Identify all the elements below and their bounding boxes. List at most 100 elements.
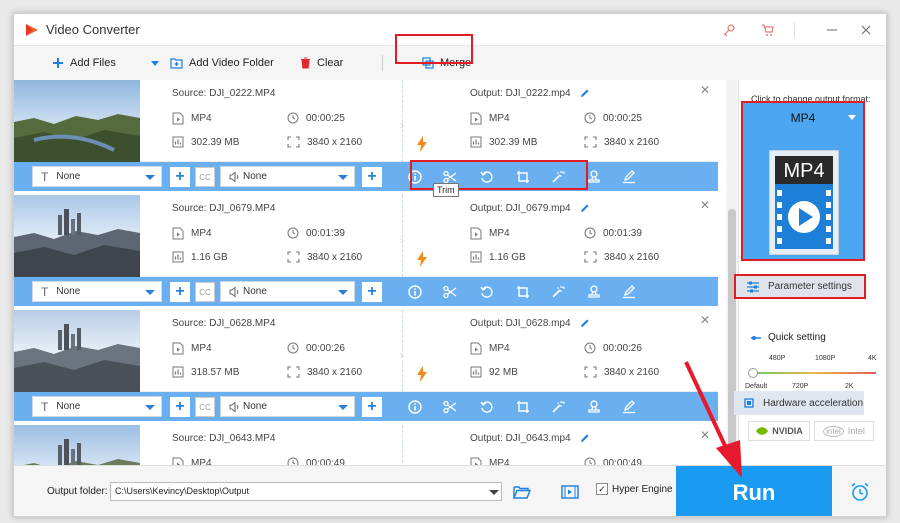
remove-file-button[interactable]: ✕	[700, 428, 710, 442]
effects-wand-icon[interactable]	[549, 283, 567, 301]
output-filename: Output: DJI_0643.mp4	[470, 433, 571, 444]
file-item: Source: DJI_0679.MP4 Output: DJI_0679.mp4…	[14, 195, 726, 310]
output-resolution-value: 3840 x 2160	[604, 366, 660, 378]
file-item-info: Source: DJI_0643.MP4 Output: DJI_0643.mp4…	[14, 425, 718, 465]
video-file-icon	[470, 227, 482, 240]
subtitle-edit-icon[interactable]	[620, 283, 638, 301]
caret-down-icon	[338, 290, 348, 295]
info-icon[interactable]	[406, 398, 424, 416]
source-resolution-value: 3840 x 2160	[307, 366, 363, 378]
key-icon[interactable]	[717, 19, 741, 41]
watermark-stamp-icon[interactable]	[585, 398, 603, 416]
subtitle-select[interactable]: T None	[32, 396, 162, 417]
minimize-icon	[827, 29, 837, 31]
open-folder-button[interactable]	[512, 482, 532, 502]
cart-icon[interactable]	[756, 19, 780, 41]
remove-file-button[interactable]: ✕	[700, 198, 710, 212]
hyper-engine-toggle[interactable]: ✓ Hyper Engine	[596, 483, 673, 495]
quality-slider-handle[interactable]	[748, 368, 758, 378]
cc-icon[interactable]: CC	[195, 397, 215, 417]
output-folder-label: Output folder:	[47, 486, 108, 497]
scissors-icon[interactable]	[441, 283, 459, 301]
audio-track-value: None	[243, 171, 267, 182]
hardware-acceleration-button[interactable]: Hardware acceleration	[734, 391, 864, 415]
edit-filename-icon[interactable]	[579, 318, 590, 329]
edit-filename-icon[interactable]	[579, 88, 590, 99]
add-audio-button[interactable]: +	[362, 397, 382, 417]
add-subtitle-button[interactable]: +	[170, 167, 190, 187]
source-filename: Source: DJI_0679.MP4	[172, 203, 276, 214]
quick-setting-icon	[751, 335, 761, 340]
video-thumbnail[interactable]	[14, 195, 140, 277]
output-duration-value: 00:01:39	[603, 227, 642, 239]
file-size-icon	[470, 136, 482, 148]
rotate-icon[interactable]	[478, 283, 496, 301]
subtitle-value: None	[56, 401, 81, 412]
remove-file-button[interactable]: ✕	[700, 83, 710, 97]
video-thumbnail[interactable]	[14, 425, 140, 465]
audio-track-select[interactable]: None	[220, 396, 355, 417]
output-size: 302.39 MB	[470, 136, 537, 148]
close-window-button[interactable]	[854, 19, 878, 41]
text-icon: T	[41, 169, 49, 184]
rotate-icon[interactable]	[478, 398, 496, 416]
parameter-settings-button[interactable]: Parameter settings	[734, 274, 866, 299]
cc-icon[interactable]: CC	[195, 282, 215, 302]
output-folder-dropdown-icon[interactable]	[489, 490, 499, 495]
scissors-icon[interactable]	[441, 398, 459, 416]
add-files-dropdown[interactable]	[150, 54, 160, 72]
intel-option[interactable]: intel Intel	[814, 421, 874, 441]
remove-file-button[interactable]: ✕	[700, 313, 710, 327]
edit-filename-icon[interactable]	[579, 203, 590, 214]
crop-icon[interactable]	[514, 283, 532, 301]
video-thumbnail[interactable]	[14, 310, 140, 392]
watermark-stamp-icon[interactable]	[585, 283, 603, 301]
subtitle-edit-icon[interactable]	[620, 398, 638, 416]
video-thumbnail[interactable]	[14, 80, 140, 162]
source-duration: 00:00:49	[287, 457, 345, 465]
list-scrollbar-thumb[interactable]	[728, 209, 736, 465]
film-folder-icon	[561, 485, 579, 499]
output-folder-field[interactable]: C:\Users\Kevincy\Desktop\Output	[110, 482, 502, 501]
info-icon[interactable]	[406, 283, 424, 301]
add-video-folder-button[interactable]: Add Video Folder	[170, 54, 274, 72]
output-format: MP4	[470, 457, 510, 465]
source-filename: Source: DJI_0628.MP4	[172, 318, 276, 329]
nvidia-option[interactable]: NVIDIA	[748, 421, 810, 441]
output-format-selector[interactable]: MP4 MP4	[741, 101, 865, 261]
source-duration: 00:00:26	[287, 342, 345, 354]
subtitle-edit-icon[interactable]	[620, 168, 638, 186]
source-filename: Source: DJI_0643.MP4	[172, 433, 276, 444]
add-subtitle-button[interactable]: +	[170, 282, 190, 302]
audio-track-value: None	[243, 286, 267, 297]
alarm-clock-icon[interactable]	[849, 481, 871, 503]
add-files-button[interactable]: Add Files	[52, 54, 116, 72]
crop-icon[interactable]	[514, 398, 532, 416]
minimize-button[interactable]	[820, 19, 844, 41]
add-audio-button[interactable]: +	[362, 282, 382, 302]
chevron-right-icon: ›	[400, 233, 404, 247]
cc-icon[interactable]: CC	[195, 167, 215, 187]
source-format: MP4	[172, 112, 212, 125]
audio-track-select[interactable]: None	[220, 281, 355, 302]
clear-button[interactable]: Clear	[300, 54, 343, 72]
source-duration: 00:00:25	[287, 112, 345, 124]
close-icon	[861, 25, 871, 35]
effects-wand-icon[interactable]	[549, 398, 567, 416]
resolution-icon	[584, 251, 597, 263]
edit-filename-icon[interactable]	[579, 433, 590, 444]
subtitle-select[interactable]: T None	[32, 166, 162, 187]
output-resolution-value: 3840 x 2160	[604, 251, 660, 263]
add-audio-button[interactable]: +	[362, 167, 382, 187]
subtitle-select[interactable]: T None	[32, 281, 162, 302]
clock-icon	[287, 457, 299, 465]
output-duration: 00:01:39	[584, 227, 642, 239]
video-folder-button[interactable]	[560, 482, 580, 502]
quality-slider-track[interactable]	[752, 372, 876, 374]
run-button[interactable]: Run	[676, 466, 832, 516]
add-subtitle-button[interactable]: +	[170, 397, 190, 417]
source-format-value: MP4	[191, 113, 212, 124]
checkbox-checked-icon[interactable]: ✓	[596, 483, 608, 495]
audio-track-select[interactable]: None	[220, 166, 355, 187]
intel-label: Intel	[847, 426, 865, 436]
